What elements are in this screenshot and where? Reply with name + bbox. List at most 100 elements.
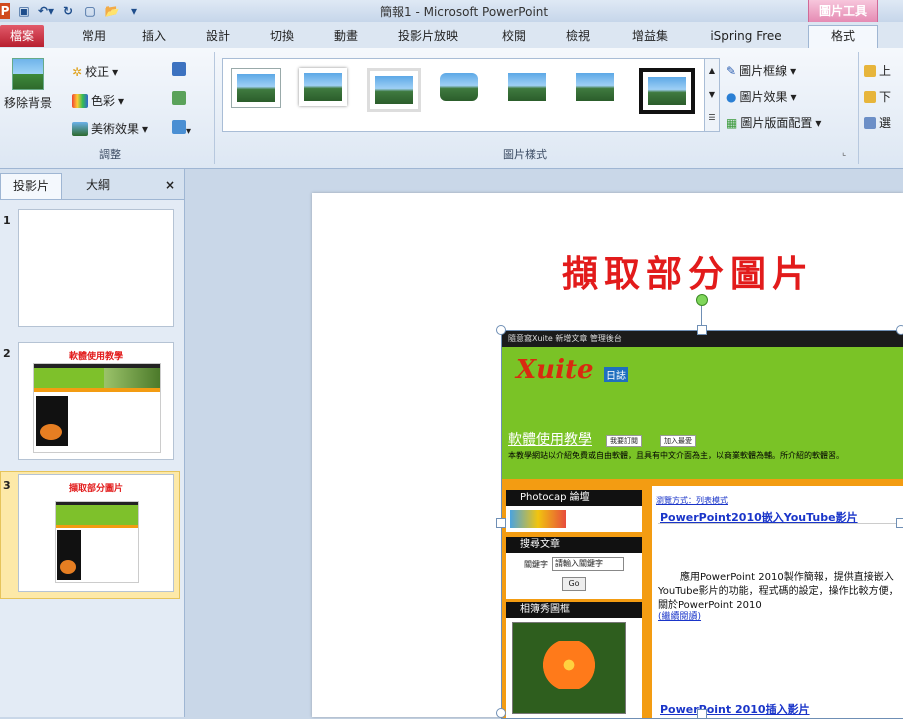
dropdown-arrow-icon: ▾ [815,115,822,130]
window-title: 簡報1 - Microsoft PowerPoint [380,5,549,19]
post1-divider [658,523,903,524]
color-button[interactable]: 色彩 ▾ [72,92,124,109]
flower-photo [512,622,626,714]
slide-thumbnail-2[interactable]: 軟體使用教學 [18,342,174,460]
subscribe-button: 我要訂閱 [606,435,642,447]
resize-handle-top[interactable] [697,325,707,335]
picture-layout-button[interactable]: ▦ 圖片版面配置 ▾ [726,114,821,131]
tab-ispring[interactable]: iSpring Free [700,26,792,46]
picture-style-7[interactable] [639,68,695,114]
sidebar-photocap-body [506,506,642,532]
dropdown-arrow-icon: ▾ [118,93,125,108]
slide-thumb-picture [33,363,161,453]
slide-title[interactable]: 擷取部分圖片 [562,245,814,297]
new-icon[interactable]: ▢ [82,3,98,19]
post1-body: 應用PowerPoint 2010製作簡報，提供直接嵌入YouTube影片的功能… [658,572,899,611]
undo-icon[interactable]: ↶▾ [38,3,54,19]
customize-qat-icon[interactable]: ▾ [126,3,142,19]
gallery-scroll[interactable]: ▲ ▼ ☰ [704,58,720,132]
search-input: 請輸入關鍵字 [552,557,624,571]
rotation-handle[interactable] [696,294,708,306]
slide-number: 3 [3,479,11,492]
tab-outline[interactable]: 大綱 [70,173,126,198]
tab-home[interactable]: 常用 [74,26,114,46]
resize-handle-top-left[interactable] [496,325,506,335]
slide-thumbnail-3[interactable]: 擷取部分圖片 [18,474,174,592]
dropdown-arrow-icon: ▾ [112,64,119,79]
artistic-effects-button[interactable]: 美術效果 ▾ [72,120,148,137]
close-pane-icon[interactable]: × [158,173,182,198]
sidebar-search-body: 關鍵字 請輸入關鍵字 Go [506,553,642,599]
picture-style-6[interactable] [571,68,619,106]
tab-transitions[interactable]: 切換 [262,26,302,46]
dialog-launcher-icon[interactable]: ⌞ [842,148,846,158]
gallery-up-icon[interactable]: ▲ [705,59,719,83]
photocap-logo [510,510,566,528]
gallery-more-icon[interactable]: ☰ [705,107,719,129]
sidebar-photocap-title: Photocap 論壇 [506,490,642,506]
resize-handle-left[interactable] [496,518,506,528]
change-picture-icon[interactable] [172,91,186,108]
group-separator [858,52,859,164]
picture-style-5[interactable] [503,68,551,106]
corrections-icon: ✲ [72,64,83,79]
picture-styles-group-label: 圖片樣式 [503,148,547,161]
picture-style-3[interactable] [367,68,421,112]
picture-styles-gallery[interactable] [222,58,706,132]
tab-animations[interactable]: 動畫 [326,26,366,46]
slide-number: 1 [3,214,11,227]
remove-background-icon [12,58,44,90]
resize-handle-top-right[interactable] [896,325,903,335]
picture-style-4[interactable] [435,68,483,106]
resize-handle-bottom[interactable] [697,709,707,719]
tab-file[interactable]: 檔案 [0,25,44,47]
resize-handle-right[interactable] [896,518,903,528]
picture-border-button[interactable]: ✎ 圖片框線 ▾ [726,62,796,79]
artistic-effects-icon [72,121,88,136]
sidebar-album-body [506,618,642,718]
tab-review[interactable]: 校閱 [494,26,534,46]
flower [541,641,597,689]
blog-title: 軟體使用教學 [508,432,592,448]
send-backward-icon [864,90,876,103]
selection-pane-button[interactable]: 選 [864,114,891,131]
picture-tools-context-tab: 圖片工具 [808,0,878,22]
search-label: 關鍵字 [524,560,548,569]
tab-insert[interactable]: 插入 [134,26,174,46]
tab-design[interactable]: 設計 [198,26,238,46]
open-icon[interactable]: 📂 [104,3,120,19]
bring-forward-icon [864,64,876,77]
send-backward-button[interactable]: 下 [864,88,891,105]
picture-layout-icon: ▦ [726,115,738,130]
search-go-button: Go [562,577,586,591]
compress-pictures-icon[interactable] [172,62,186,79]
sidebar-album-title: 相簿秀圖框 [506,602,642,618]
tab-slides[interactable]: 投影片 [0,173,62,199]
site-orange-band [502,479,903,486]
picture-style-2[interactable] [299,68,347,106]
picture-effects-button[interactable]: ● 圖片效果 ▾ [726,88,797,105]
group-separator [214,52,215,164]
slide-thumb-picture [55,501,139,583]
selected-picture[interactable]: 隨意窩Xuite 新增文章 管理後台 Xuite 日誌 軟體使用教學 我要訂閱 … [501,330,903,719]
selection-pane-icon [864,116,876,129]
tab-format[interactable]: 格式 [808,25,878,48]
picture-border-icon: ✎ [726,63,737,78]
slide-thumbnail-1[interactable] [18,209,174,327]
save-icon[interactable]: ▣ [16,3,32,19]
corrections-button[interactable]: ✲ 校正 ▾ [72,63,118,80]
redo-icon[interactable]: ↻ [60,3,76,19]
gallery-down-icon[interactable]: ▼ [705,83,719,107]
tab-addins[interactable]: 增益集 [622,26,678,46]
browse-mode: 瀏覽方式：列表模式 [656,496,728,505]
dropdown-arrow-icon: ▾ [790,63,797,78]
reset-picture-icon[interactable]: ▾ [172,120,191,137]
dropdown-arrow-icon: ▾ [790,89,797,104]
bring-forward-button[interactable]: 上 [864,62,891,79]
ribbon-tabs: 檔案 常用 插入 設計 切換 動畫 投影片放映 校閱 檢視 增益集 iSprin… [0,22,903,49]
picture-style-1[interactable] [231,68,281,108]
remove-background-button[interactable]: 移除背景 [4,58,52,111]
app-icon[interactable]: P [0,3,10,19]
tab-view[interactable]: 檢視 [558,26,598,46]
tab-slideshow[interactable]: 投影片放映 [390,26,466,46]
